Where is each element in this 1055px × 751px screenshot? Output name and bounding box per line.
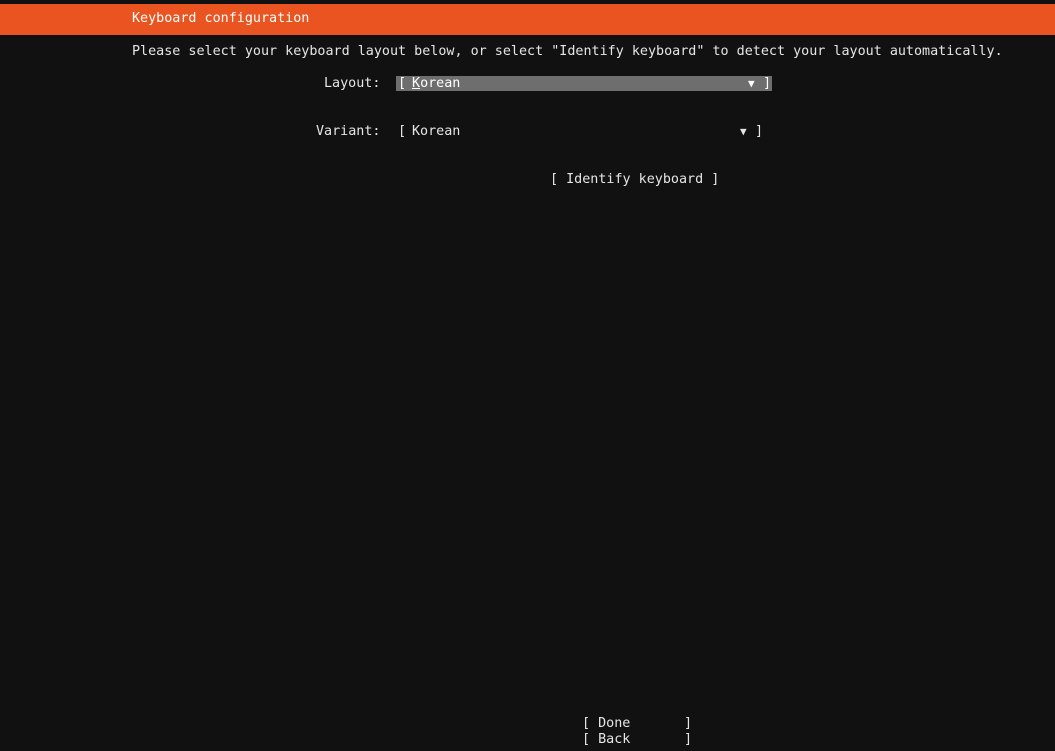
chevron-down-icon: ▼ [748, 77, 755, 90]
layout-close-bracket: ] [763, 76, 772, 91]
header-bar: Keyboard configuration [0, 4, 1055, 35]
layout-value-hotkey: K [412, 76, 421, 91]
instructions-text: Please select your keyboard layout below… [132, 44, 1003, 59]
variant-close-bracket: ] [755, 124, 764, 139]
variant-open-bracket: [ [398, 124, 407, 139]
layout-open-bracket: [ [398, 76, 407, 91]
back-button[interactable]: [ Back ] [582, 732, 692, 748]
back-button-label: [ Back [582, 732, 631, 747]
variant-label: Variant: [316, 124, 381, 139]
done-button-label: [ Done [582, 716, 631, 731]
variant-select[interactable]: [ Korean ▼ ] [396, 124, 764, 140]
done-button-close: ] [684, 716, 693, 731]
done-button[interactable]: [ Done ] [582, 716, 692, 732]
layout-label: Layout: [324, 76, 381, 91]
layout-value-rest: orean [420, 76, 461, 91]
layout-select[interactable]: [ Korean ▼ ] [396, 76, 772, 91]
variant-value: Korean [412, 124, 461, 139]
chevron-down-icon: ▼ [740, 125, 747, 138]
layout-value: Korean [412, 76, 460, 92]
page-title: Keyboard configuration [132, 11, 310, 26]
identify-keyboard-button[interactable]: [ Identify keyboard ] [550, 172, 719, 188]
back-button-close: ] [684, 732, 693, 747]
